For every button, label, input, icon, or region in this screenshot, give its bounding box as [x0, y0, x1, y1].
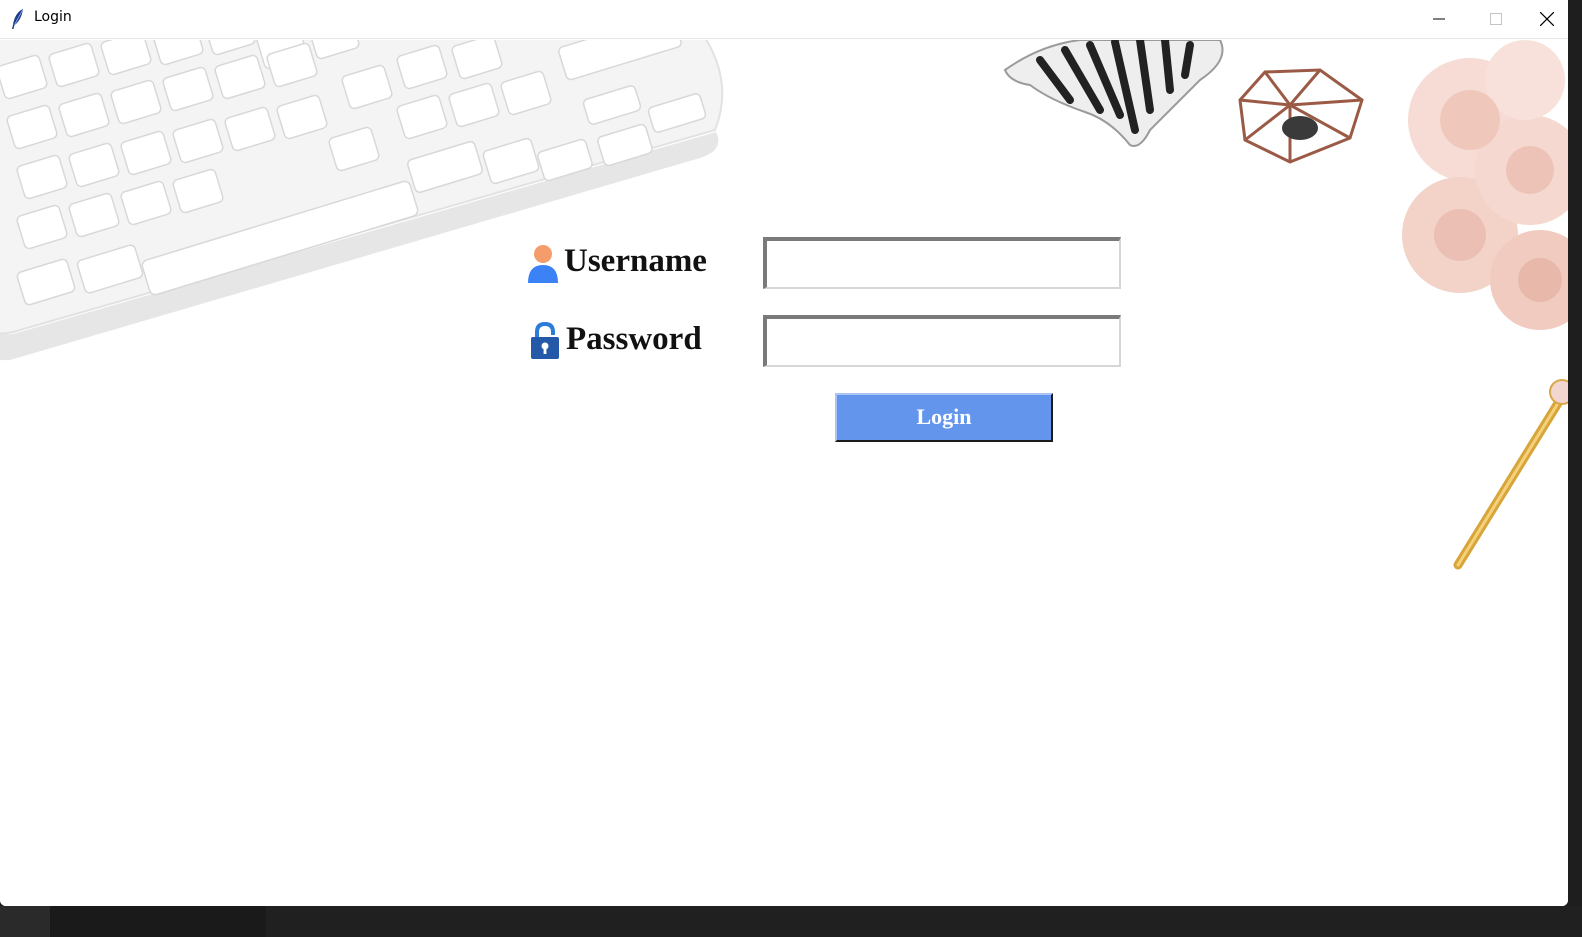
taskbar-segment [0, 906, 50, 937]
zebra-tray-illustration [1003, 40, 1224, 147]
minimize-button[interactable] [1411, 0, 1467, 38]
close-icon [1540, 12, 1554, 26]
user-icon [528, 245, 558, 283]
gold-pen-illustration [1453, 379, 1568, 570]
login-content: Username Password Login [0, 40, 1568, 906]
taskbar-segment [50, 906, 266, 937]
maximize-icon [1490, 13, 1502, 25]
lock-icon [531, 321, 559, 359]
login-button[interactable]: Login [835, 393, 1053, 442]
close-button[interactable] [1526, 0, 1568, 38]
username-input[interactable] [763, 237, 1121, 289]
window-title: Login [34, 9, 72, 25]
keyboard-illustration [0, 40, 724, 361]
login-window: Login Username Password Login [0, 0, 1568, 906]
roses-illustration [1402, 40, 1568, 330]
candle-holder-illustration [1238, 68, 1364, 164]
username-label: Username [564, 243, 707, 279]
feather-icon [12, 9, 23, 29]
taskbar [0, 906, 1582, 937]
minimize-icon [1433, 18, 1445, 20]
password-label: Password [566, 321, 702, 357]
password-input[interactable] [763, 315, 1121, 367]
maximize-button[interactable] [1468, 0, 1524, 38]
title-bar[interactable]: Login [0, 0, 1568, 39]
